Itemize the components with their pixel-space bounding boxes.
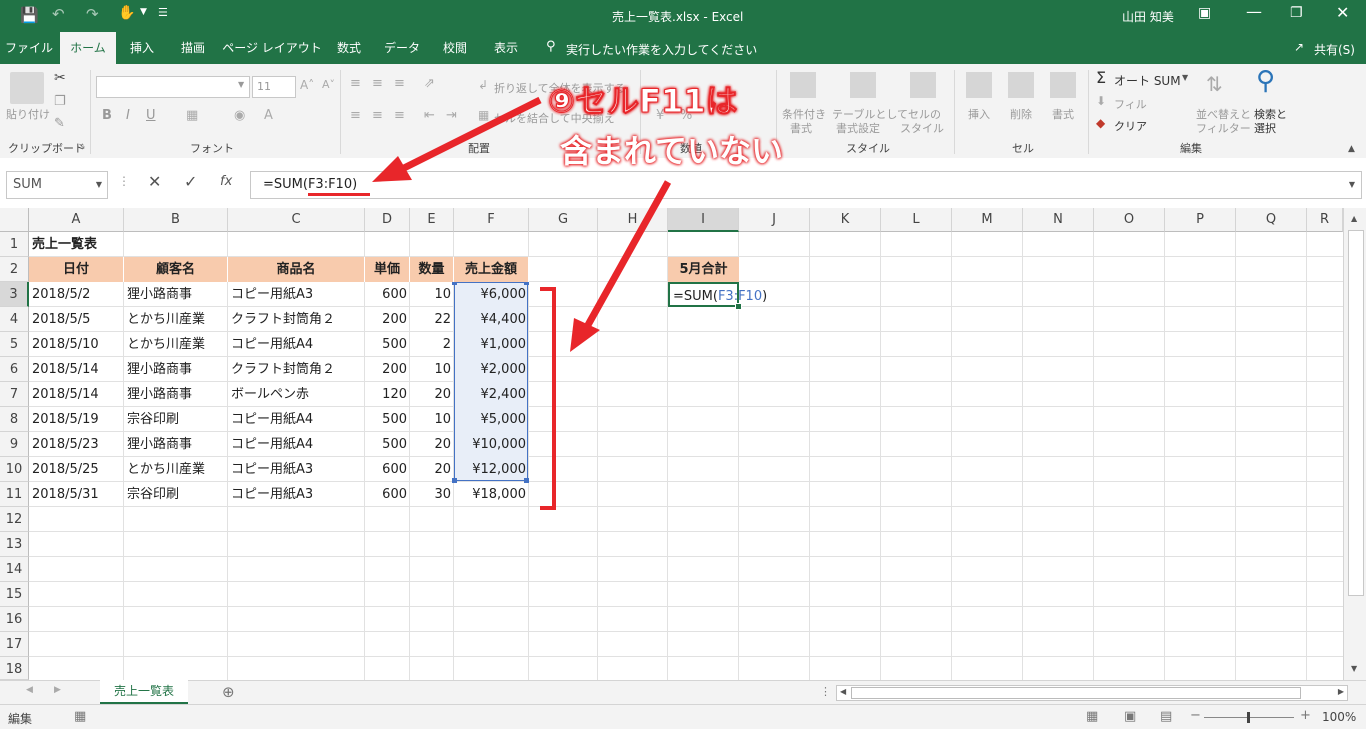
- macro-record-icon[interactable]: ▦: [74, 709, 86, 724]
- normal-view-icon[interactable]: ▦: [1086, 709, 1098, 724]
- add-sheet-icon[interactable]: ⊕: [222, 683, 235, 701]
- fill-handle[interactable]: [735, 303, 742, 310]
- page-layout-view-icon[interactable]: ▣: [1124, 709, 1136, 724]
- horizontal-scrollbar[interactable]: ◀ ▶: [836, 685, 1348, 701]
- next-sheet-icon[interactable]: ▶: [54, 685, 61, 695]
- status-bar: 編集 ▦ ▦ ▣ ▤ − + 100%: [0, 704, 1366, 729]
- scroll-right-icon[interactable]: ▶: [1338, 687, 1344, 696]
- active-cell-I3[interactable]: =SUM(F3:F10): [668, 282, 767, 307]
- sheet-tab-active[interactable]: 売上一覧表: [100, 680, 188, 704]
- page-break-view-icon[interactable]: ▤: [1160, 709, 1172, 724]
- annotation-line1: ⑨セルF11は: [548, 82, 738, 121]
- more-icon: ⋮: [820, 685, 831, 698]
- zoom-level[interactable]: 100%: [1322, 710, 1356, 724]
- prev-sheet-icon[interactable]: ◀: [26, 685, 33, 695]
- zoom-slider-thumb[interactable]: [1247, 712, 1250, 723]
- status-mode: 編集: [8, 712, 33, 726]
- h-scroll-thumb[interactable]: [851, 687, 1301, 699]
- formula-reference: F3:F10: [717, 289, 763, 304]
- annotation-line2: 含まれていない: [560, 132, 784, 170]
- sheet-tab-bar: ◀ ▶ 売上一覧表 ⊕ ⋮ ◀ ▶: [0, 680, 1366, 705]
- zoom-out-icon[interactable]: −: [1190, 708, 1201, 723]
- scroll-left-icon[interactable]: ◀: [840, 687, 846, 696]
- zoom-in-icon[interactable]: +: [1300, 708, 1311, 723]
- bracket: [540, 287, 556, 510]
- arrow-bracket-line: [584, 180, 672, 327]
- arrow-formula-line: [398, 96, 542, 174]
- arrow-bracket-head: [570, 318, 600, 352]
